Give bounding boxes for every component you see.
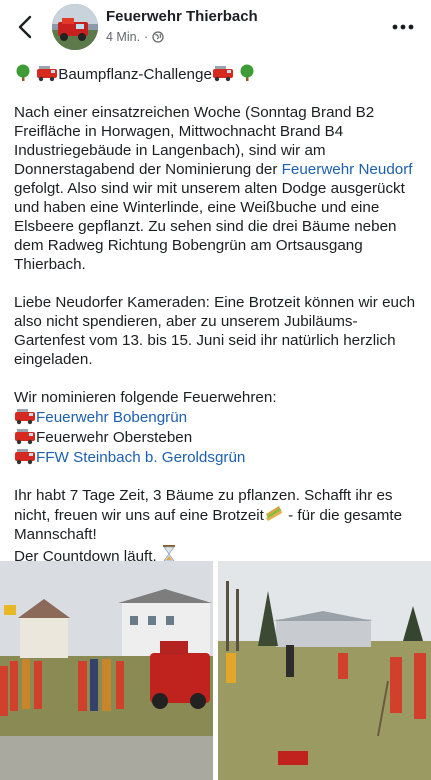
tree-icon [240,64,254,81]
fire-truck-icon [15,449,35,465]
nominee-item: Feuerwehr Bobengrün [14,407,419,427]
tree-icon [16,64,30,81]
photo-crew-with-dodge-truck[interactable] [0,561,213,780]
nominee-feuerwehr-obersteben: Feuerwehr Obersteben [36,429,193,446]
paragraph-1-rest: gefolgt. Also sind wir mit unserem alten… [14,180,405,273]
more-dots-icon[interactable] [391,18,415,36]
fire-truck-icon [37,66,58,82]
globe-icon [152,31,164,43]
post-meta: 4 Min. · [106,30,164,44]
back-chevron-icon[interactable] [14,14,38,40]
link-feuerwehr-neudorf[interactable]: Feuerwehr Neudorf [282,161,413,178]
link-ffw-steinbach[interactable]: FFW Steinbach b. Geroldsgrün [36,449,245,466]
post-title: Baumpflanz-Challenge [58,66,212,83]
sandwich-icon [265,506,282,521]
page-avatar[interactable] [52,4,98,50]
fire-truck-icon [15,429,35,445]
nominate-intro: Wir nominieren folgende Feuerwehren: [14,389,277,406]
page-name[interactable]: Feuerwehr Thierbach [106,8,258,25]
nominee-item: FFW Steinbach b. Geroldsgrün [14,447,419,467]
post-title-line: Baumpflanz-Challenge [14,64,419,84]
post-paragraph-1: Nach einer einsatzreichen Woche (Sonntag… [14,103,419,274]
link-feuerwehr-bobengruen[interactable]: Feuerwehr Bobengrün [36,409,187,426]
photo-gallery [0,561,431,780]
fire-truck-icon [15,409,35,425]
photo-tree-planting[interactable] [218,561,431,780]
post-header: Feuerwehr Thierbach 4 Min. · [0,0,431,54]
post-time[interactable]: 4 Min. [106,30,140,44]
nominee-item: Feuerwehr Obersteben [14,427,419,447]
meta-separator: · [144,30,149,44]
post-paragraph-4: Ihr habt 7 Tage Zeit, 3 Bäume zu pflanze… [14,486,419,544]
post-body: Baumpflanz-Challenge Nach einer einsatzr… [14,64,419,566]
fire-truck-icon [212,66,233,82]
post-paragraph-2: Liebe Neudorfer Kameraden: Eine Brotzeit… [14,294,416,368]
